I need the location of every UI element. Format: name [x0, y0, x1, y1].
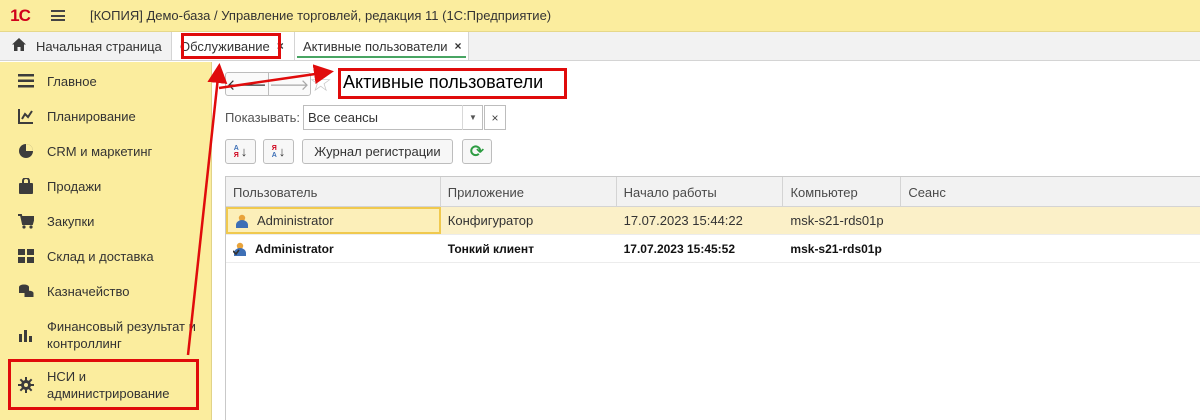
- cell-user[interactable]: Administrator: [226, 235, 441, 262]
- table-header: Пользователь Приложение Начало работы Ко…: [226, 177, 1200, 207]
- current-user-icon: [233, 242, 247, 256]
- app-logo[interactable]: 1С: [0, 0, 40, 32]
- sidebar-item-warehouse[interactable]: Склад и доставка: [0, 246, 212, 266]
- sidebar-item-treasury[interactable]: Казначейство: [0, 281, 212, 301]
- cell-start: 17.07.2023 15:45:52: [623, 241, 736, 256]
- coins-icon: [17, 282, 35, 300]
- hamburger-icon[interactable]: [40, 0, 76, 32]
- cell-session: [901, 207, 1200, 234]
- pie-chart-icon: [17, 142, 35, 160]
- cell-app: Тонкий клиент: [447, 241, 534, 256]
- cell-user[interactable]: Administrator: [226, 207, 441, 234]
- sidebar-item-label: Главное: [47, 73, 97, 89]
- clear-filter-button[interactable]: ×: [484, 105, 506, 130]
- sort-descending-button[interactable]: Я А ↓: [263, 139, 294, 164]
- sidebar-item-label: CRM и маркетинг: [47, 143, 153, 159]
- session-filter-value: Все сеансы: [308, 110, 378, 125]
- column-header-app[interactable]: Приложение: [441, 177, 617, 207]
- table-row[interactable]: Administrator Конфигуратор 17.07.2023 15…: [226, 207, 1200, 235]
- sidebar-item-crm[interactable]: CRM и маркетинг: [0, 141, 212, 161]
- title-bar: 1С [КОПИЯ] Демо-база / Управление торгов…: [0, 0, 1200, 32]
- highlight-admin-item: [8, 359, 199, 410]
- column-header-user[interactable]: Пользователь: [226, 177, 441, 207]
- back-button[interactable]: 🡐: [226, 73, 269, 95]
- active-users-table: Пользователь Приложение Начало работы Ко…: [225, 176, 1200, 420]
- tab-active-users-label: Активные пользователи: [303, 38, 448, 54]
- sidebar-item-label: Казначейство: [47, 283, 130, 299]
- refresh-icon: ⟳: [469, 141, 485, 161]
- tab-home-label: Начальная страница: [36, 38, 162, 54]
- sidebar-item-purchases[interactable]: Закупки: [0, 211, 212, 231]
- cell-session: [901, 235, 1200, 262]
- tab-home[interactable]: Начальная страница: [0, 32, 172, 60]
- window-title: [КОПИЯ] Демо-база / Управление торговлей…: [90, 8, 552, 23]
- cell-computer: msk-s21-rds01p: [790, 241, 882, 256]
- sidebar-item-finance[interactable]: Финансовый результат и контроллинг: [0, 317, 212, 353]
- session-filter-select[interactable]: Все сеансы: [303, 105, 483, 130]
- warehouse-icon: [17, 247, 35, 265]
- column-header-session[interactable]: Сеанс: [901, 177, 1200, 207]
- sidebar-item-label-line2: контроллинг: [47, 336, 122, 351]
- sidebar-item-label: Продажи: [47, 178, 102, 194]
- main-content: 🡐 🡒 ☆ Активные пользователи Показывать: …: [213, 62, 1200, 420]
- planning-icon: [17, 107, 35, 125]
- close-icon[interactable]: ×: [455, 39, 462, 53]
- sort-descending-icon: ЯА: [271, 144, 277, 159]
- cart-icon: [17, 212, 35, 230]
- sort-ascending-button[interactable]: А Я ↓: [225, 139, 256, 164]
- home-icon: [12, 38, 26, 54]
- column-header-computer[interactable]: Компьютер: [783, 177, 902, 207]
- sidebar-item-main[interactable]: Главное: [0, 71, 212, 91]
- column-header-start[interactable]: Начало работы: [617, 177, 784, 207]
- table-row[interactable]: Administrator Тонкий клиент 17.07.2023 1…: [226, 235, 1200, 263]
- cell-computer: msk-s21-rds01p: [790, 213, 884, 228]
- filter-label: Показывать:: [225, 110, 300, 125]
- forward-button[interactable]: 🡒: [269, 73, 311, 95]
- cell-app: Конфигуратор: [447, 213, 534, 228]
- highlight-page-title: [338, 68, 567, 99]
- sidebar-item-label: Закупки: [47, 213, 95, 229]
- refresh-button[interactable]: ⟳: [462, 139, 492, 164]
- journal-button[interactable]: Журнал регистрации: [302, 139, 453, 164]
- chevron-down-icon[interactable]: ▼: [462, 105, 483, 130]
- sidebar-item-label-line1: Финансовый результат и: [47, 319, 196, 334]
- list-icon: [17, 72, 35, 90]
- sort-ascending-icon: АЯ: [233, 144, 239, 159]
- tab-bar: Начальная страница Обслуживание × Активн…: [0, 32, 1200, 61]
- nav-buttons: 🡐 🡒: [225, 72, 311, 96]
- user-icon: [235, 214, 249, 228]
- cell-start: 17.07.2023 15:44:22: [623, 213, 743, 228]
- shopping-bag-icon: [17, 177, 35, 195]
- highlight-service-tab: [181, 33, 281, 59]
- sidebar-item-label: Склад и доставка: [47, 248, 154, 264]
- sidebar-item-sales[interactable]: Продажи: [0, 176, 212, 196]
- logo-text: 1С: [10, 5, 31, 25]
- sidebar-item-planning[interactable]: Планирование: [0, 106, 212, 126]
- sidebar-item-label: Планирование: [47, 108, 136, 124]
- bar-chart-icon: [17, 326, 35, 344]
- favorite-star-icon[interactable]: ☆: [309, 68, 332, 96]
- tab-active-users[interactable]: Активные пользователи ×: [295, 32, 469, 60]
- sidebar-item-label: Финансовый результат и контроллинг: [47, 318, 196, 352]
